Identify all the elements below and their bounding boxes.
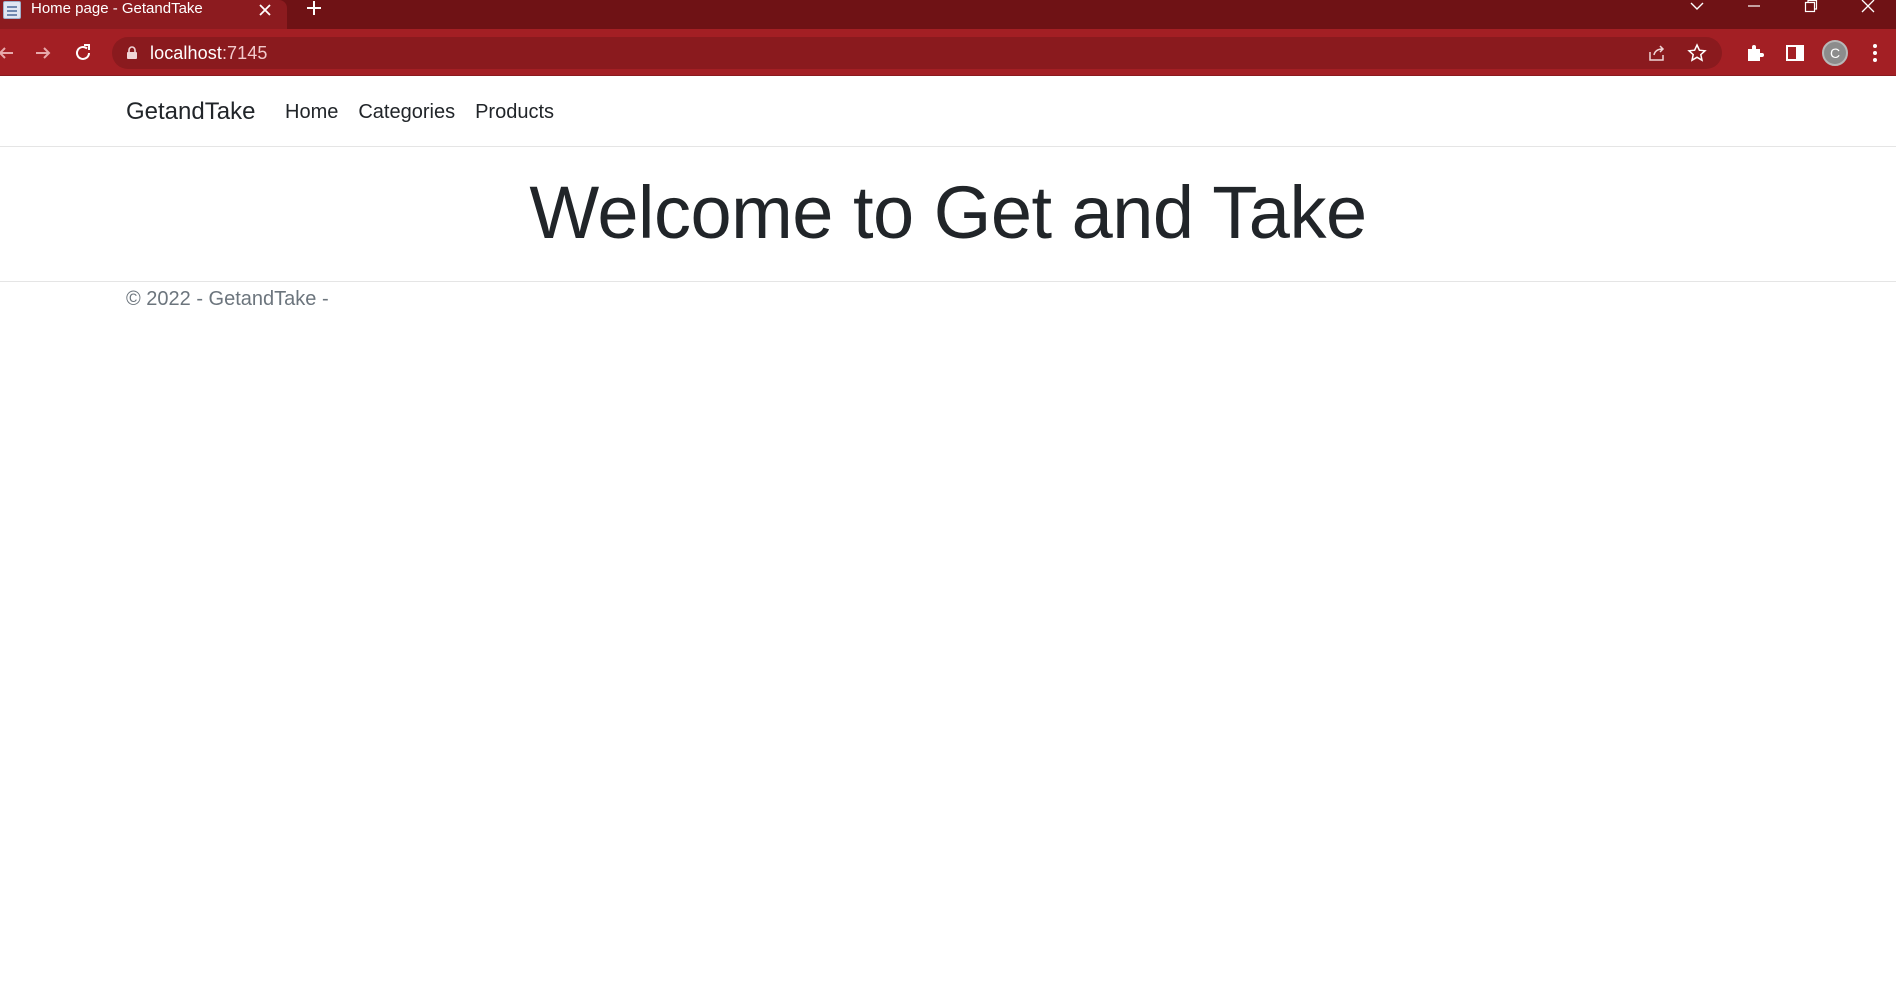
browser-tab-active[interactable]: Home page - GetandTake [0,0,287,29]
url-host: localhost [150,42,222,63]
new-tab-button[interactable] [300,0,328,22]
footer-copyright: © 2022 - GetandTake - [126,288,329,310]
tab-search-chevron-icon[interactable] [1668,0,1725,18]
nav-links: Home Categories Products [285,101,554,124]
extensions-puzzle-icon[interactable] [1740,38,1770,68]
address-bar[interactable]: localhost:7145 [112,37,1722,69]
restore-button[interactable] [1782,0,1839,18]
menu-kebab-icon[interactable] [1860,38,1890,68]
lock-icon[interactable] [126,46,138,60]
page-heading: Welcome to Get and Take [529,171,1367,254]
brand-link[interactable]: GetandTake [126,98,255,126]
site-footer: © 2022 - GetandTake - [0,281,1896,321]
tab-title: Home page - GetandTake [31,0,203,17]
minimize-button[interactable] [1725,0,1782,18]
forward-button[interactable] [29,39,57,67]
close-window-button[interactable] [1839,0,1896,18]
nav-link-categories[interactable]: Categories [358,101,455,124]
side-panel-icon[interactable] [1780,38,1810,68]
url-text: localhost:7145 [150,43,268,64]
profile-initial: C [1822,40,1848,66]
url-port: :7145 [221,42,268,63]
back-button[interactable] [0,39,20,67]
window-controls [1668,0,1896,18]
tab-strip: Home page - GetandTake [0,0,1896,29]
bookmark-star-icon[interactable] [1684,41,1710,65]
browser-toolbar: localhost:7145 C [0,29,1896,76]
page-favicon-icon [3,0,21,19]
share-icon[interactable] [1644,41,1670,65]
nav-link-home[interactable]: Home [285,101,338,124]
profile-avatar[interactable]: C [1820,38,1850,68]
close-icon[interactable] [255,0,275,20]
nav-link-products[interactable]: Products [475,101,554,124]
reload-button[interactable] [69,39,97,67]
site-navbar: GetandTake Home Categories Products [0,76,1896,147]
